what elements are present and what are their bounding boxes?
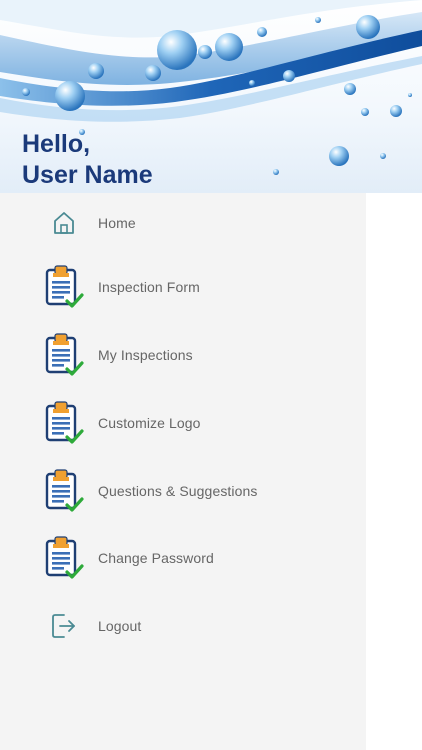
clipboard-check-icon [40, 393, 88, 453]
menu-item-label: Questions & Suggestions [98, 483, 258, 499]
menu-item-change-password[interactable]: Change Password [0, 528, 366, 588]
logout-icon [40, 596, 88, 656]
user-name: User Name [22, 161, 153, 189]
clipboard-check-icon [40, 528, 88, 588]
clipboard-check-icon [40, 325, 88, 385]
greeting-hello: Hello, [22, 130, 91, 158]
menu-item-logout[interactable]: Logout [0, 596, 366, 656]
menu-item-inspection-form[interactable]: Inspection Form [0, 257, 366, 317]
menu-item-customize-logo[interactable]: Customize Logo [0, 393, 366, 453]
menu-item-label: Home [98, 215, 136, 231]
menu-item-label: Logout [98, 618, 142, 634]
greeting: Hello, User Name [22, 129, 153, 191]
home-icon [40, 193, 88, 253]
clipboard-check-icon [40, 461, 88, 521]
menu-item-my-inspections[interactable]: My Inspections [0, 325, 366, 385]
drawer-header: Hello, User Name [0, 0, 422, 193]
menu-item-label: My Inspections [98, 347, 193, 363]
menu-item-questions-suggestions[interactable]: Questions & Suggestions [0, 461, 366, 521]
menu-item-label: Customize Logo [98, 415, 201, 431]
clipboard-check-icon [40, 257, 88, 317]
menu-item-label: Inspection Form [98, 279, 200, 295]
menu-item-label: Change Password [98, 550, 214, 566]
menu-item-home[interactable]: Home [0, 193, 366, 253]
